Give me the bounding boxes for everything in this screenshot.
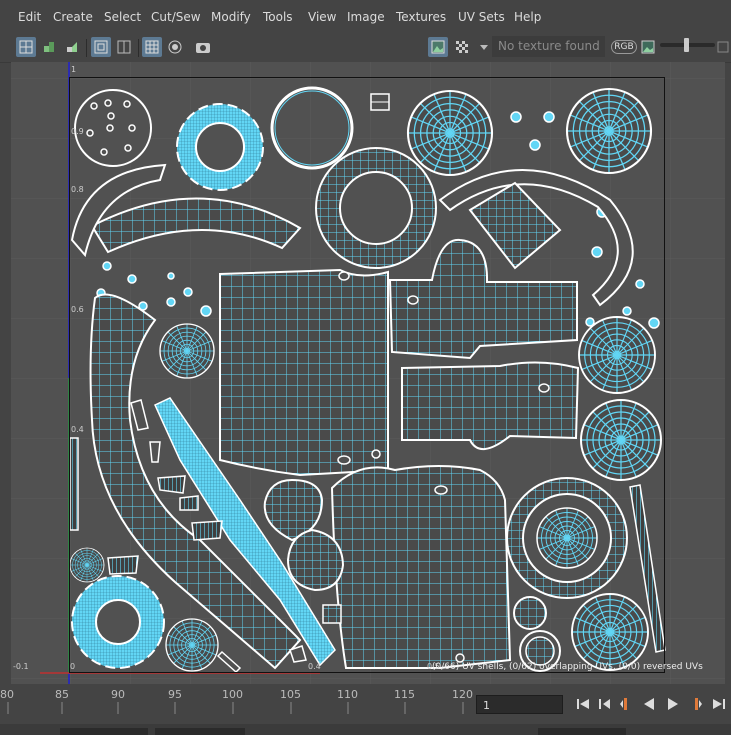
slider-handle[interactable]: [684, 38, 689, 52]
menu-cut-sew[interactable]: Cut/Sew: [151, 10, 201, 24]
dot-icon[interactable]: [165, 37, 185, 57]
grid-icon[interactable]: [142, 37, 162, 57]
chevron-down-icon[interactable]: [474, 37, 494, 57]
toolbar-divider: [138, 39, 139, 57]
range-field[interactable]: [60, 728, 148, 735]
menu-view[interactable]: View: [308, 10, 336, 24]
step-forward-frame-icon[interactable]: [687, 694, 705, 714]
time-tick-label: 80: [0, 688, 14, 701]
range-field[interactable]: [155, 728, 245, 735]
menu-bar: Edit Create Select Cut/Sew Modify Tools …: [0, 0, 731, 34]
menu-help[interactable]: Help: [514, 10, 541, 24]
uv-shell-icon[interactable]: [16, 37, 36, 57]
step-back-frame-icon[interactable]: [617, 694, 635, 714]
axis-label: -0.1: [13, 662, 29, 671]
wireframe-icon[interactable]: [91, 37, 111, 57]
rgb-icon[interactable]: RGB: [611, 37, 637, 57]
current-frame-input[interactable]: 1: [476, 695, 563, 714]
time-tick-label: 95: [168, 688, 182, 701]
rgb-label: RGB: [611, 40, 637, 54]
checker-pattern-icon[interactable]: [452, 37, 472, 57]
menu-create[interactable]: Create: [53, 10, 93, 24]
time-tick-label: 100: [222, 688, 243, 701]
exposure-slider[interactable]: [660, 38, 715, 52]
time-tick-label: 90: [111, 688, 125, 701]
axis-label: 1: [71, 65, 77, 74]
range-slider-bar[interactable]: [0, 724, 731, 735]
image-icon[interactable]: [428, 37, 448, 57]
go-to-end-icon[interactable]: [710, 694, 728, 714]
display-icon[interactable]: [114, 37, 134, 57]
time-tick-label: 105: [280, 688, 301, 701]
axis-label: 0: [70, 662, 76, 671]
time-tick-label: 85: [55, 688, 69, 701]
time-tick-label: 115: [394, 688, 415, 701]
menu-select[interactable]: Select: [104, 10, 141, 24]
time-tick-label: 120: [452, 688, 473, 701]
go-to-start-icon[interactable]: [574, 694, 592, 714]
checker-icon[interactable]: [62, 37, 82, 57]
play-forward-icon[interactable]: [664, 694, 682, 714]
axis-label: 0.4: [308, 662, 321, 671]
image-alt-icon[interactable]: [638, 37, 658, 57]
uv-grid-icon[interactable]: [39, 37, 59, 57]
camera-icon[interactable]: [193, 37, 213, 57]
uv-viewport[interactable]: 1 0.9 0.8 0.6 0.4 -0.1 0 0.4 0.5: [11, 62, 725, 684]
menu-modify[interactable]: Modify: [211, 10, 251, 24]
uv-toolbar: RGB: [0, 34, 731, 63]
range-field[interactable]: [538, 728, 626, 735]
axis-label: 0.9: [71, 127, 84, 136]
time-tick-label: 110: [337, 688, 358, 701]
play-backward-icon[interactable]: [640, 694, 658, 714]
axis-label: 0.8: [71, 185, 84, 194]
step-back-key-icon[interactable]: [596, 694, 614, 714]
menu-image[interactable]: Image: [347, 10, 385, 24]
toolbar-divider: [86, 39, 87, 57]
uv-status-text: (0/66) UV shells, (0/62) overlapping UVs…: [432, 662, 703, 672]
axis-label: 0.4: [71, 425, 84, 434]
menu-edit[interactable]: Edit: [18, 10, 41, 24]
texture-field[interactable]: No texture found: [492, 36, 605, 57]
menu-textures[interactable]: Textures: [396, 10, 446, 24]
menu-uv-sets[interactable]: UV Sets: [458, 10, 505, 24]
slider-reset-icon[interactable]: [716, 37, 730, 57]
menu-tools[interactable]: Tools: [263, 10, 293, 24]
uv-layout[interactable]: [11, 62, 725, 684]
axis-label: 0.6: [71, 305, 84, 314]
